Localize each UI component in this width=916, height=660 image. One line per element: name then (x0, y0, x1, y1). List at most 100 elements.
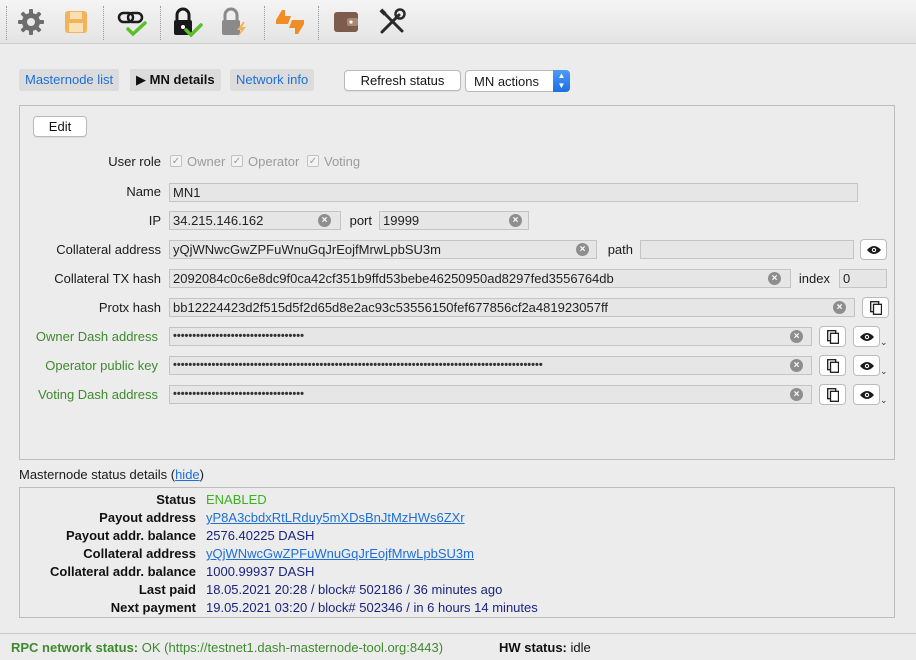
copy-icon (826, 329, 839, 344)
status-details-title: Masternode status details (hide) (19, 467, 204, 482)
operator-role-label: Operator (248, 154, 300, 169)
copy-icon (826, 387, 839, 402)
sign-message-button[interactable] (168, 4, 204, 40)
status-value: ENABLED (206, 492, 267, 507)
gear-icon (18, 9, 44, 35)
clear-icon[interactable]: × (833, 301, 846, 314)
clear-icon[interactable]: × (509, 214, 522, 227)
payout-balance-value: 2576.40225 DASH (206, 528, 315, 543)
path-field[interactable] (640, 240, 854, 259)
payout-address-key: Payout address (99, 510, 196, 525)
voting-role-label: Voting (324, 154, 361, 169)
owner-role-label: Owner (187, 154, 226, 169)
voting-address-label: Voting Dash address (38, 387, 158, 402)
owner-role-checkbox[interactable]: ✓ (170, 155, 182, 167)
eye-icon (859, 361, 874, 370)
hw-wallet-button[interactable] (216, 4, 252, 40)
chevron-down-icon[interactable]: ⌄ (880, 337, 888, 348)
protx-label: Protx hash (98, 300, 161, 315)
collateral-tx-label: Collateral TX hash (54, 271, 161, 286)
clear-icon[interactable]: × (768, 272, 781, 285)
toolbar-separator (103, 6, 104, 40)
voting-role-checkbox[interactable]: ✓ (307, 155, 319, 167)
wallet-button[interactable] (328, 4, 364, 40)
link-check-icon (117, 11, 147, 37)
collateral-tx-field[interactable]: 2092084c0c6e8dc9f0ca42cf351b9ffd53bebe46… (169, 269, 791, 288)
status-bar: RPC network status: OK (https://testnet1… (0, 633, 916, 660)
rpc-status-label: RPC network status: (11, 640, 139, 655)
eye-icon (859, 390, 874, 399)
name-field[interactable]: MN1 (169, 183, 858, 202)
show-button[interactable] (853, 326, 880, 347)
copy-button[interactable] (819, 384, 846, 405)
collateral-balance-value: 1000.99937 DASH (206, 564, 315, 579)
last-paid-key: Last paid (138, 582, 196, 597)
chevron-down-icon[interactable]: ⌄ (880, 366, 888, 377)
clear-icon[interactable]: × (576, 243, 589, 256)
mn-details-panel: Edit User role ✓ Owner ✓ Operator ✓ Voti… (19, 105, 895, 460)
rpc-status-value: OK (https://testnet1.dash-masternode-too… (141, 640, 444, 655)
lock-check-icon (174, 7, 203, 38)
next-payment-value: 19.05.2021 03:20 / block# 502346 / in 6 … (206, 600, 538, 615)
show-button[interactable] (853, 355, 880, 376)
toolbar-separator (318, 6, 319, 40)
status-details-heading-end: ) (199, 467, 204, 482)
tab-mn-details[interactable]: ▶ MN details (130, 69, 221, 91)
chevron-down-icon[interactable]: ⌄ (880, 395, 888, 406)
tools-icon (379, 8, 406, 34)
path-label: path (607, 242, 633, 257)
clear-icon[interactable]: × (790, 359, 803, 372)
collateral-balance-key: Collateral addr. balance (50, 564, 196, 579)
toolbar-separator (160, 6, 161, 40)
ip-label: IP (148, 213, 161, 228)
tab-network-info[interactable]: Network info (230, 69, 315, 91)
protx-field[interactable]: bb12224423d2f515d5f2d65d8e2ac93c53556150… (169, 298, 855, 317)
mn-actions-dropdown[interactable]: MN actions ▲ ▼ (465, 70, 570, 92)
eye-icon (866, 245, 881, 254)
refresh-status-button[interactable]: Refresh status (344, 70, 461, 91)
show-button[interactable] (853, 384, 880, 405)
operator-key-field[interactable]: ••••••••••••••••••••••••••••••••••••••••… (169, 356, 812, 375)
hw-status-value: idle (570, 640, 591, 655)
port-label: port (349, 213, 372, 228)
status-key: Status (156, 492, 196, 507)
thumbs-icon (276, 10, 304, 34)
test-connection-button[interactable] (114, 4, 150, 40)
proposals-button[interactable] (272, 4, 308, 40)
collateral-address-link[interactable]: yQjWNwcGwZPFuWnuGqJrEojfMrwLpbSU3m (206, 546, 474, 561)
show-button[interactable] (860, 239, 887, 260)
voting-address-field[interactable]: •••••••••••••••••••••••••••••••••• (169, 385, 812, 404)
clear-icon[interactable]: × (790, 388, 803, 401)
user-role-label: User role (108, 154, 161, 169)
operator-role-checkbox[interactable]: ✓ (231, 155, 243, 167)
port-field[interactable]: 19999 (379, 211, 529, 230)
hw-status: HW status: idle (499, 640, 591, 655)
owner-address-field[interactable]: •••••••••••••••••••••••••••••••••• (169, 327, 812, 346)
edit-button[interactable]: Edit (33, 116, 87, 137)
status-details-heading: Masternode status details ( (19, 467, 176, 482)
copy-button[interactable] (819, 326, 846, 347)
save-icon (65, 11, 87, 33)
wallet-icon (334, 12, 358, 32)
clear-icon[interactable]: × (790, 330, 803, 343)
copy-button[interactable] (862, 297, 889, 318)
hw-status-label: HW status: (499, 640, 567, 655)
toolbar-separator (264, 6, 265, 40)
tab-masternode-list[interactable]: Masternode list (19, 69, 120, 91)
tools-button[interactable] (374, 4, 410, 40)
collateral-address-label: Collateral address (56, 242, 161, 257)
hide-status-link[interactable]: hide (175, 467, 200, 482)
lock-lightning-icon (222, 7, 246, 37)
index-label: index (798, 271, 830, 286)
copy-button[interactable] (819, 355, 846, 376)
chevron-updown-icon: ▲ ▼ (553, 70, 570, 92)
copy-icon (869, 300, 882, 315)
save-button[interactable] (58, 4, 94, 40)
rpc-status: RPC network status: OK (https://testnet1… (11, 640, 443, 655)
index-field[interactable]: 0 (839, 269, 887, 288)
payout-address-link[interactable]: yP8A3cbdxRtLRduy5mXDsBnJtMzHWs6ZXr (206, 510, 465, 525)
toolbar (0, 0, 916, 44)
collateral-address-field[interactable]: yQjWNwcGwZPFuWnuGqJrEojfMrwLpbSU3m (169, 240, 597, 259)
ip-field[interactable]: 34.215.146.162 (169, 211, 341, 230)
settings-button[interactable] (13, 4, 49, 40)
